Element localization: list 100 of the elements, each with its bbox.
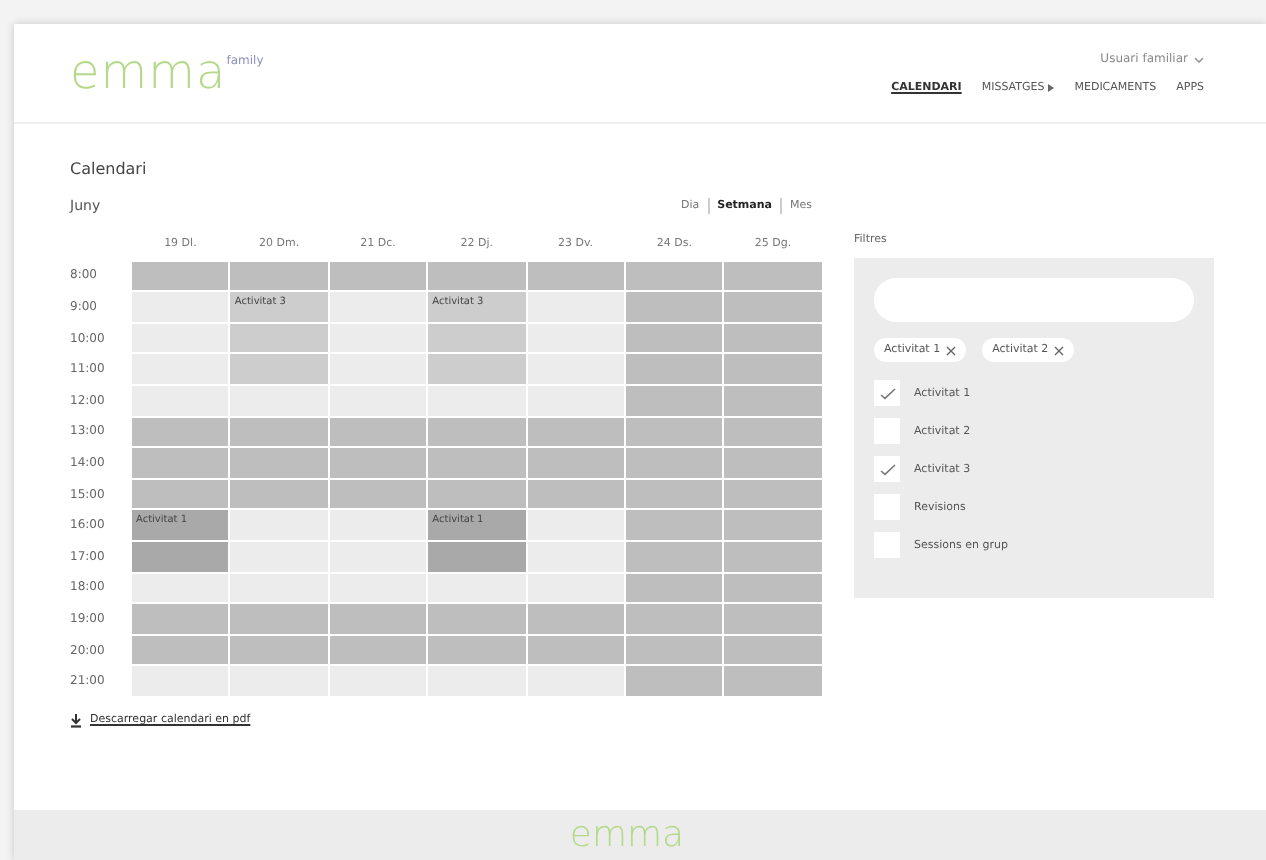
- page-title: Calendari: [70, 160, 149, 178]
- unavailable-slot[interactable]: [132, 604, 229, 634]
- unavailable-slot[interactable]: [132, 635, 229, 665]
- unavailable-slot[interactable]: [625, 323, 723, 353]
- unavailable-slot[interactable]: [428, 635, 526, 665]
- unavailable-slot[interactable]: [625, 604, 723, 634]
- free-slot[interactable]: [132, 292, 229, 322]
- free-slot[interactable]: [132, 354, 229, 384]
- unavailable-slot[interactable]: [625, 510, 723, 540]
- unavailable-slot[interactable]: [625, 666, 723, 696]
- activity-slot[interactable]: [230, 354, 328, 384]
- free-slot[interactable]: [329, 323, 427, 353]
- unavailable-slot[interactable]: [230, 448, 328, 478]
- unavailable-slot[interactable]: [724, 323, 822, 353]
- free-slot[interactable]: [329, 666, 427, 696]
- free-slot[interactable]: [132, 323, 229, 353]
- unavailable-slot[interactable]: [724, 354, 822, 384]
- unavailable-slot[interactable]: [132, 261, 229, 291]
- unavailable-slot[interactable]: [428, 417, 526, 447]
- free-slot[interactable]: [132, 573, 229, 603]
- free-slot[interactable]: [329, 385, 427, 416]
- unavailable-slot[interactable]: [132, 479, 229, 509]
- unavailable-slot[interactable]: [625, 541, 723, 572]
- free-slot[interactable]: [132, 385, 229, 416]
- unavailable-slot[interactable]: [527, 417, 624, 447]
- unavailable-slot[interactable]: [724, 666, 822, 696]
- unavailable-slot[interactable]: [329, 448, 427, 478]
- free-slot[interactable]: [230, 385, 328, 416]
- free-slot[interactable]: [527, 385, 624, 416]
- checkbox[interactable]: [874, 380, 900, 406]
- unavailable-slot[interactable]: [527, 261, 624, 291]
- activity-slot[interactable]: [428, 354, 526, 384]
- unavailable-slot[interactable]: [625, 635, 723, 665]
- activity-slot[interactable]: [428, 323, 526, 353]
- free-slot[interactable]: [527, 292, 624, 322]
- unavailable-slot[interactable]: [329, 261, 427, 291]
- free-slot[interactable]: [230, 573, 328, 603]
- unavailable-slot[interactable]: [625, 385, 723, 416]
- unavailable-slot[interactable]: [527, 448, 624, 478]
- unavailable-slot[interactable]: [724, 541, 822, 572]
- unavailable-slot[interactable]: [625, 417, 723, 447]
- activity-slot[interactable]: [428, 541, 526, 572]
- unavailable-slot[interactable]: [625, 292, 723, 322]
- free-slot[interactable]: [527, 354, 624, 384]
- free-slot[interactable]: [527, 323, 624, 353]
- unavailable-slot[interactable]: [724, 417, 822, 447]
- free-slot[interactable]: [329, 354, 427, 384]
- free-slot[interactable]: [428, 573, 526, 603]
- unavailable-slot[interactable]: [625, 261, 723, 291]
- unavailable-slot[interactable]: [724, 292, 822, 322]
- unavailable-slot[interactable]: [527, 479, 624, 509]
- free-slot[interactable]: [230, 541, 328, 572]
- close-icon[interactable]: [1054, 345, 1065, 355]
- unavailable-slot[interactable]: [230, 604, 328, 634]
- free-slot[interactable]: [230, 510, 328, 540]
- unavailable-slot[interactable]: [724, 604, 822, 634]
- free-slot[interactable]: [132, 666, 229, 696]
- unavailable-slot[interactable]: [132, 448, 229, 478]
- unavailable-slot[interactable]: [428, 604, 526, 634]
- unavailable-slot[interactable]: [724, 479, 822, 509]
- unavailable-slot[interactable]: [625, 448, 723, 478]
- unavailable-slot[interactable]: [724, 261, 822, 291]
- unavailable-slot[interactable]: [329, 417, 427, 447]
- free-slot[interactable]: [527, 541, 624, 572]
- download-icon: [70, 713, 82, 728]
- unavailable-slot[interactable]: [625, 573, 723, 603]
- unavailable-slot[interactable]: [230, 479, 328, 509]
- free-slot[interactable]: [428, 385, 526, 416]
- unavailable-slot[interactable]: [724, 510, 822, 540]
- free-slot[interactable]: [329, 573, 427, 603]
- activity-slot[interactable]: [132, 541, 229, 572]
- unavailable-slot[interactable]: [724, 448, 822, 478]
- free-slot[interactable]: [428, 666, 526, 696]
- unavailable-slot[interactable]: [329, 604, 427, 634]
- close-icon[interactable]: [946, 345, 957, 355]
- unavailable-slot[interactable]: [230, 635, 328, 665]
- unavailable-slot[interactable]: [724, 635, 822, 665]
- checkbox[interactable]: [874, 456, 900, 482]
- unavailable-slot[interactable]: [724, 573, 822, 603]
- free-slot[interactable]: [329, 541, 427, 572]
- free-slot[interactable]: [527, 573, 624, 603]
- unavailable-slot[interactable]: [724, 385, 822, 416]
- free-slot[interactable]: [329, 510, 427, 540]
- unavailable-slot[interactable]: [625, 479, 723, 509]
- unavailable-slot[interactable]: [329, 479, 427, 509]
- unavailable-slot[interactable]: [230, 261, 328, 291]
- unavailable-slot[interactable]: [428, 448, 526, 478]
- free-slot[interactable]: [329, 292, 427, 322]
- free-slot[interactable]: [230, 666, 328, 696]
- activity-slot[interactable]: [230, 323, 328, 353]
- unavailable-slot[interactable]: [527, 635, 624, 665]
- unavailable-slot[interactable]: [230, 417, 328, 447]
- unavailable-slot[interactable]: [625, 354, 723, 384]
- unavailable-slot[interactable]: [527, 604, 624, 634]
- unavailable-slot[interactable]: [329, 635, 427, 665]
- unavailable-slot[interactable]: [428, 479, 526, 509]
- free-slot[interactable]: [527, 510, 624, 540]
- free-slot[interactable]: [527, 666, 624, 696]
- unavailable-slot[interactable]: [132, 417, 229, 447]
- unavailable-slot[interactable]: [428, 261, 526, 291]
